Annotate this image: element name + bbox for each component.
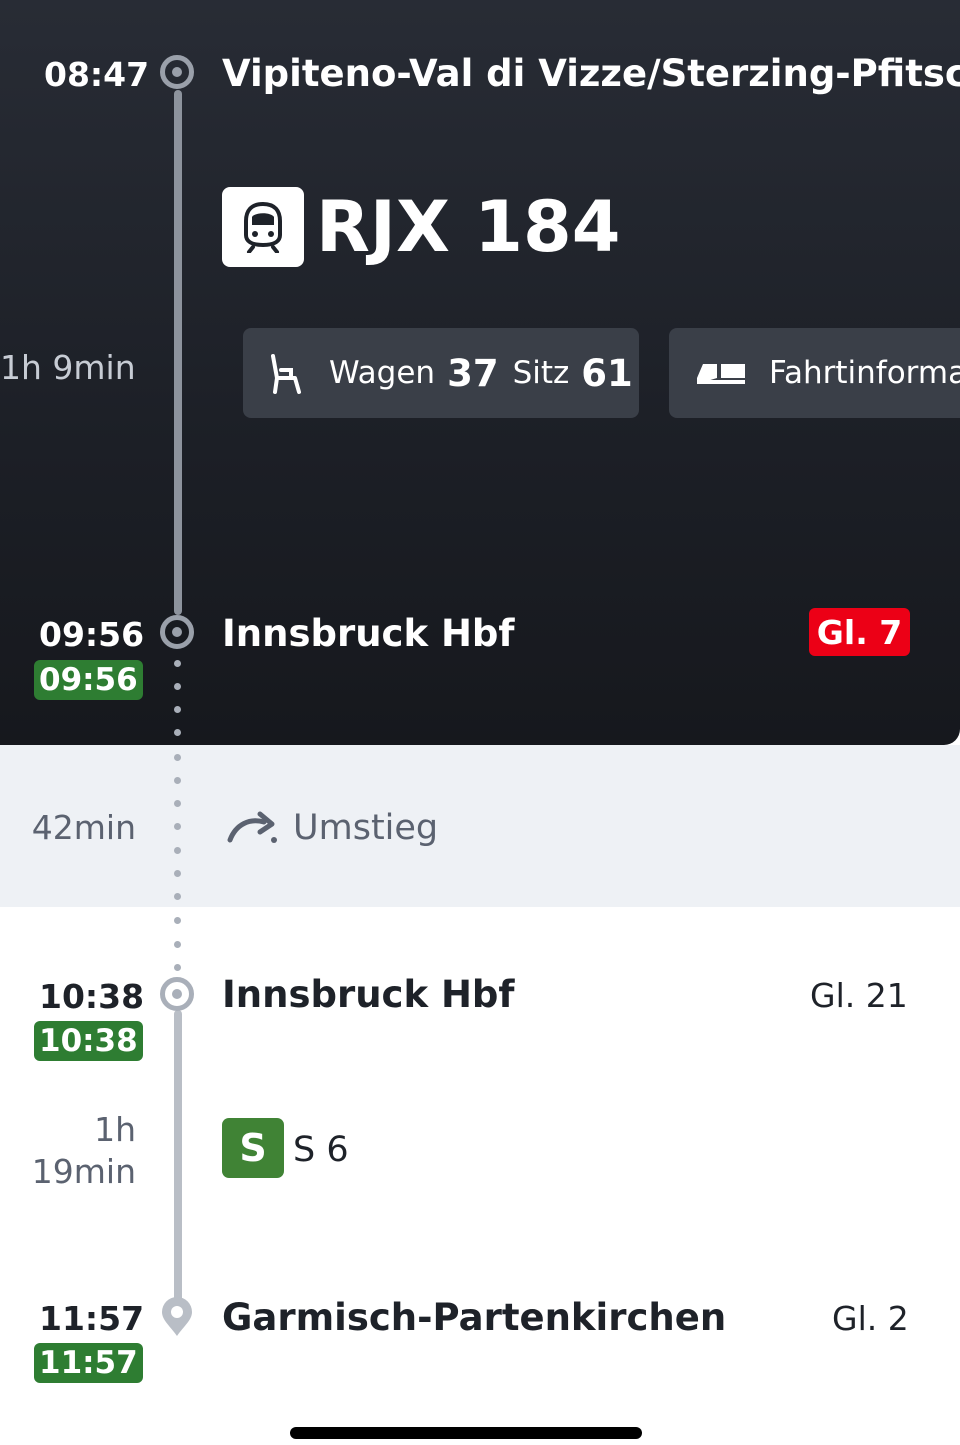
- home-indicator[interactable]: [290, 1427, 642, 1439]
- arrival-time: 11:57: [39, 1299, 145, 1338]
- timeline-segment-leg2: [174, 1010, 182, 1310]
- departure-station[interactable]: Innsbruck Hbf: [222, 973, 515, 1016]
- train-name[interactable]: RJX 184: [316, 186, 620, 268]
- sitz-value: 61: [581, 351, 633, 395]
- wagen-label: Wagen: [329, 355, 436, 391]
- train-name[interactable]: S 6: [293, 1130, 349, 1170]
- leg-duration-minutes: 19min: [31, 1152, 136, 1191]
- leg-duration-hours: 1h: [94, 1110, 136, 1149]
- track-change-badge: Gl. 7: [809, 608, 910, 656]
- destination-pin-icon: [162, 1297, 192, 1336]
- sbahn-badge: S: [222, 1118, 284, 1178]
- arrival-realtime-badge: 09:56: [34, 660, 143, 700]
- departure-node-icon: [160, 55, 194, 89]
- departure-time: 08:47: [44, 55, 150, 94]
- departure-station[interactable]: Vipiteno-Val di Vizze/Sterzing-Pfitsch: [222, 52, 960, 95]
- transfer-arrow-icon: [227, 811, 277, 843]
- track-label: Gl. 2: [832, 1299, 909, 1338]
- seat-reservation-button[interactable]: Wagen 37 Sitz 61: [243, 328, 639, 418]
- sitz-label: Sitz: [512, 355, 570, 391]
- arrival-station[interactable]: Garmisch-Partenkirchen: [222, 1296, 726, 1339]
- transfer-label: Umstieg: [293, 808, 439, 848]
- trip-info-label: Fahrtinformat: [769, 355, 960, 391]
- seat-icon: [271, 354, 301, 394]
- timeline-segment-leg1: [174, 90, 182, 615]
- arrival-realtime-badge: 11:57: [34, 1343, 143, 1383]
- trip-info-button[interactable]: Fahrtinformat: [669, 328, 960, 418]
- wagen-value: 37: [447, 351, 499, 395]
- transfer-section: [0, 745, 960, 907]
- arrival-station[interactable]: Innsbruck Hbf: [222, 612, 515, 655]
- departure-time: 10:38: [39, 977, 145, 1016]
- leg-duration: 1h 9min: [0, 348, 136, 387]
- train-front-icon: [222, 187, 304, 267]
- train-info-icon: [697, 364, 745, 384]
- track-label: Gl. 21: [810, 976, 908, 1015]
- arrival-node-icon: [160, 615, 194, 649]
- arrival-time: 09:56: [39, 615, 145, 654]
- departure-node-icon: [160, 977, 194, 1011]
- departure-realtime-badge: 10:38: [34, 1021, 143, 1061]
- transfer-duration: 42min: [31, 808, 136, 847]
